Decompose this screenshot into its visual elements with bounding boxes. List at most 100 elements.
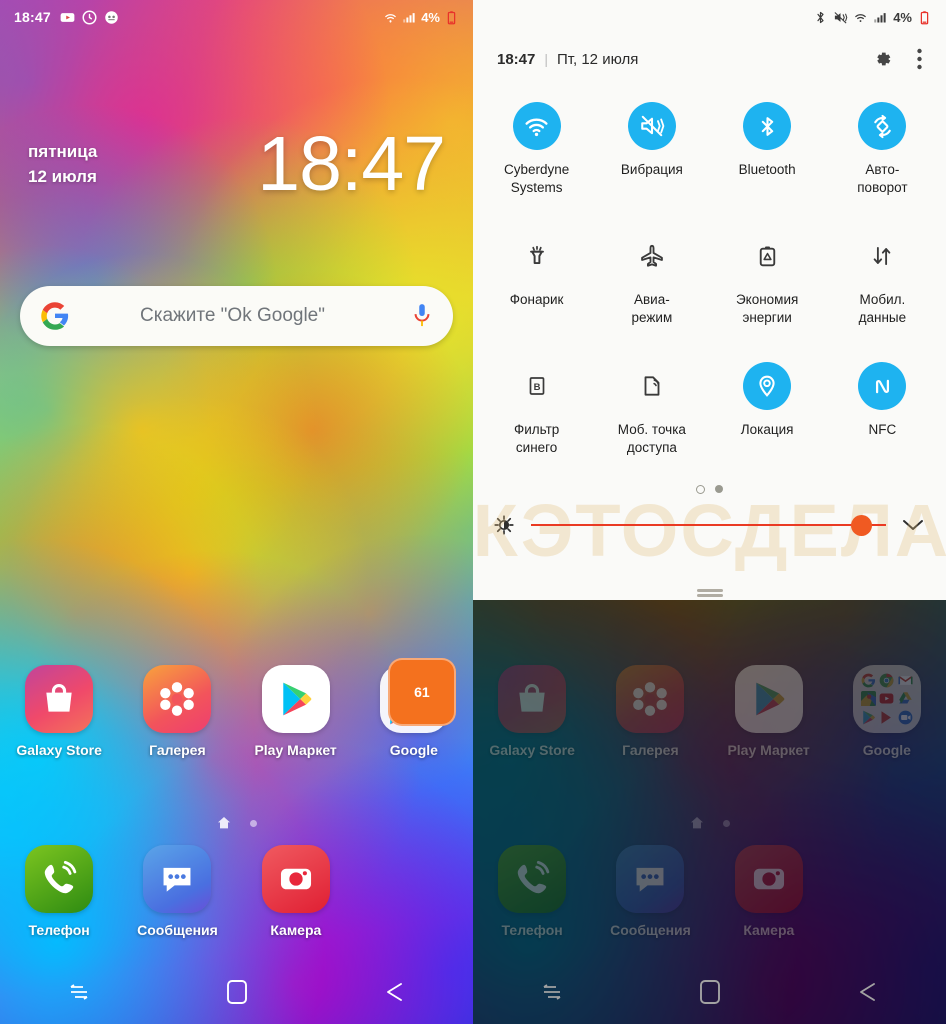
quick-settings-panel: КАКЭТОСДЕЛАТЬ 4% 18:47 | Пт, 12 июля: [473, 0, 946, 600]
clock-date-block: пятница 12 июля: [28, 140, 97, 188]
location-icon: [743, 362, 792, 410]
app-icon: [105, 10, 118, 24]
clock-icon: [82, 10, 97, 24]
notification-badge: 61: [387, 658, 456, 726]
flashlight-icon: [513, 232, 561, 280]
bluetooth-icon: [743, 102, 792, 150]
back-button[interactable]: [315, 980, 473, 1004]
qs-tile-airplane-mode[interactable]: Авиа-режим: [594, 222, 709, 352]
qs-tile-vibrate[interactable]: Вибрация: [594, 92, 709, 222]
recents-icon: [70, 984, 88, 1000]
brightness-icon: [494, 515, 514, 535]
app-galaxy-store[interactable]: Galaxy Store: [0, 665, 118, 758]
qs-tile-wifi[interactable]: Cyberdyne Systems: [479, 92, 594, 222]
battery-percent-label: 4%: [893, 9, 912, 25]
app-label: Google: [389, 742, 438, 758]
quick-settings-grid: Cyberdyne Systems Вибрация Bluetooth Авт…: [473, 84, 946, 482]
back-icon: [387, 983, 403, 1001]
blue-light-filter-icon: B: [513, 362, 561, 410]
app-label: Телефон: [28, 922, 90, 938]
youtube-icon: [60, 12, 75, 22]
slider-thumb[interactable]: [851, 514, 872, 536]
page-dot[interactable]: [250, 819, 257, 827]
qs-tile-label: Фонарик: [509, 292, 564, 307]
qs-tile-bluetooth[interactable]: Bluetooth: [710, 92, 825, 222]
status-bar-notification-icons: [60, 10, 119, 25]
app-messages[interactable]: Сообщения: [118, 845, 236, 938]
app-camera[interactable]: Камера: [237, 845, 355, 938]
page-dot[interactable]: [715, 485, 723, 493]
clock-widget[interactable]: пятница 12 июля 18:47: [0, 126, 473, 203]
panel-drag-handle[interactable]: [473, 589, 946, 592]
qs-tile-auto-rotate[interactable]: Авто-поворот: [825, 92, 940, 222]
qs-tile-label: NFC: [868, 422, 897, 437]
google-search-bar[interactable]: Скажите "Ok Google": [20, 286, 453, 346]
home-button[interactable]: [158, 979, 316, 1005]
status-bar-system-icons: 4%: [383, 10, 459, 25]
bluetooth-icon: [817, 11, 824, 23]
qs-tile-label: Вибрация: [620, 162, 683, 177]
qs-tile-location[interactable]: Локация: [710, 352, 825, 482]
gallery-icon: [143, 665, 212, 733]
auto-rotate-icon: [858, 102, 907, 150]
nfc-icon: [858, 362, 907, 410]
qs-tile-label: Экономия энергии: [735, 292, 799, 325]
app-google-folder[interactable]: 61 Google: [355, 658, 473, 758]
qs-tile-mobile-data[interactable]: Мобил. данные: [825, 222, 940, 352]
app-label: Камера: [270, 922, 322, 938]
qs-tile-hotspot[interactable]: Моб. точка доступа: [594, 352, 709, 482]
page-dot-current[interactable]: [696, 484, 705, 494]
qs-tile-blue-light-filter[interactable]: B Фильтр синего: [479, 352, 594, 482]
brightness-control: [473, 514, 946, 536]
signal-icon: [403, 12, 415, 22]
app-gallery[interactable]: Галерея: [118, 665, 236, 758]
battery-saver-icon: [743, 232, 791, 280]
battery-percent-label: 4%: [421, 9, 440, 25]
screen-dim-overlay: [473, 600, 946, 1024]
microphone-icon[interactable]: [411, 303, 433, 329]
qs-tile-flashlight[interactable]: Фонарик: [479, 222, 594, 352]
home-icon: [226, 980, 247, 1004]
more-vertical-icon[interactable]: [917, 48, 922, 70]
app-label: Галерея: [149, 742, 206, 758]
quick-settings-page-indicator: [473, 480, 946, 498]
qs-tile-battery-saver[interactable]: Экономия энергии: [710, 222, 825, 352]
status-bar-system-icons: 4%: [813, 10, 932, 25]
chevron-down-icon[interactable]: [900, 517, 926, 533]
panel-header: 18:47 | Пт, 12 июля: [473, 34, 946, 84]
phone-icon: [25, 845, 94, 913]
galaxy-store-icon: [25, 665, 94, 733]
qs-tile-label: Авиа-режим: [631, 292, 673, 325]
panel-separator: |: [544, 51, 549, 67]
signal-icon: [874, 12, 886, 22]
status-bar-left: 18:47 4%: [0, 0, 473, 34]
app-label: Galaxy Store: [16, 742, 102, 758]
airplane-icon: [628, 232, 676, 280]
mute-vibrate-icon: [834, 11, 848, 24]
navigation-bar-left: [0, 960, 473, 1024]
qs-row-3: B Фильтр синего Моб. точка доступа Локац…: [479, 352, 940, 482]
battery-icon: [447, 10, 456, 24]
home-page-icon[interactable]: [216, 815, 232, 831]
right-phone-screen: Galaxy Store Галерея Play Маркет Google …: [473, 0, 946, 1024]
messages-icon: [143, 845, 212, 913]
left-phone-screen: 18:47 4% пятница 12 июля 18:47 Скажите "…: [0, 0, 473, 1024]
gear-icon[interactable]: [871, 48, 893, 70]
screenshot-root: 18:47 4% пятница 12 июля 18:47 Скажите "…: [0, 0, 946, 1024]
qs-tile-nfc[interactable]: NFC: [825, 352, 940, 482]
recents-button[interactable]: [0, 980, 158, 1004]
panel-header-actions: [871, 48, 922, 70]
brightness-slider[interactable]: [531, 514, 886, 536]
dock-row: Телефон Сообщения Камера: [0, 845, 473, 938]
qs-tile-label: Cyberdyne Systems: [503, 162, 570, 195]
qs-tile-label: Фильтр синего: [513, 422, 560, 455]
clock-time: 18:47: [257, 121, 446, 207]
search-hint-text: Скажите "Ok Google": [140, 305, 325, 326]
clock-weekday: пятница: [28, 142, 98, 162]
app-play-store[interactable]: Play Маркет: [237, 665, 355, 758]
app-phone[interactable]: Телефон: [0, 845, 118, 938]
qs-row-1: Cyberdyne Systems Вибрация Bluetooth Авт…: [479, 92, 940, 222]
hotspot-icon: [628, 362, 676, 410]
wifi-icon: [512, 102, 561, 150]
qs-row-2: Фонарик Авиа-режим Экономия энергии Моби…: [479, 222, 940, 352]
